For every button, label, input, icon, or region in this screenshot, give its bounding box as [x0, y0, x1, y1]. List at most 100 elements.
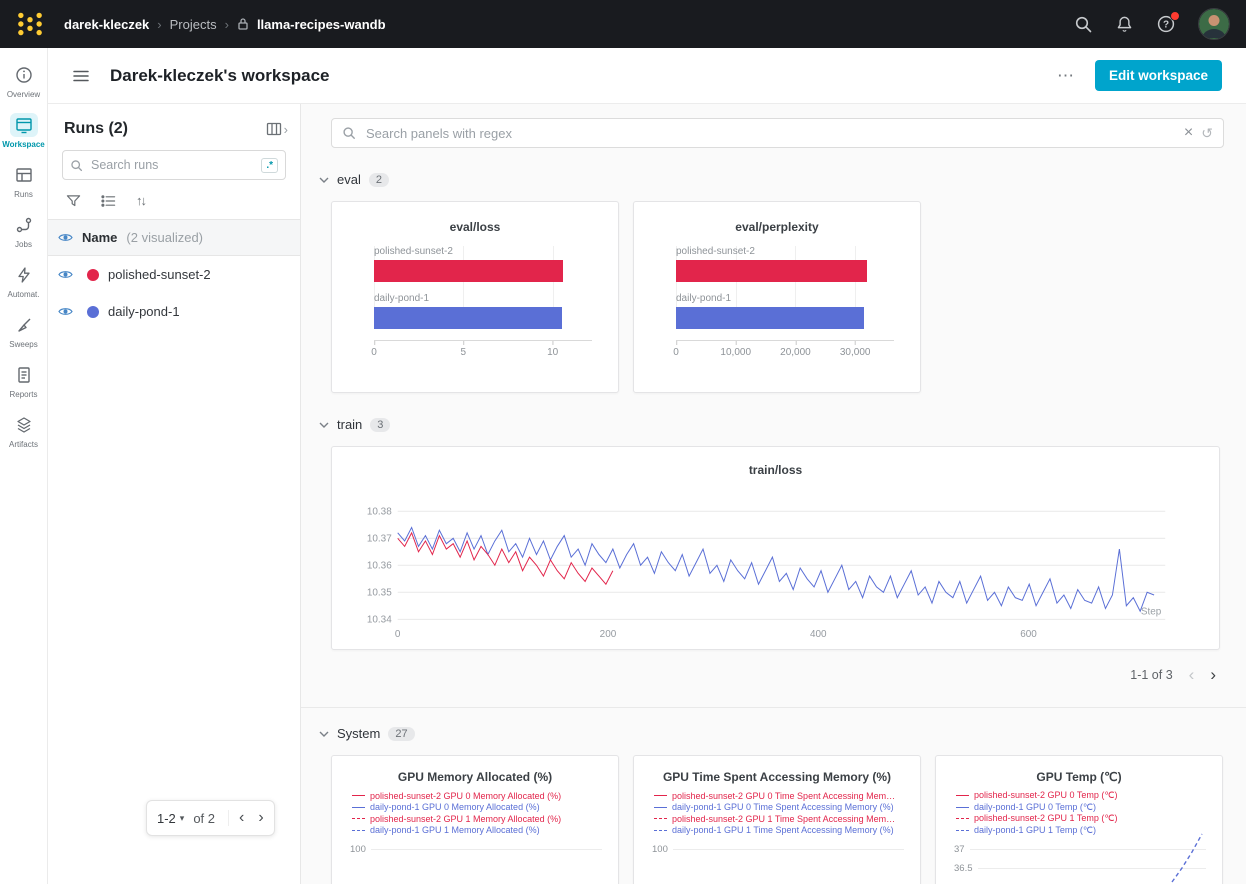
workspace-icon [10, 113, 38, 137]
next-page-button[interactable]: › [1210, 666, 1216, 683]
chart-panel-gpu-memory[interactable]: GPU Memory Allocated (%) polished-sunset… [331, 755, 619, 884]
workspace-header: Darek-kleczek's workspace ⋯ Edit workspa… [48, 48, 1246, 104]
edit-workspace-button[interactable]: Edit workspace [1095, 60, 1222, 91]
train-pagination: 1-1 of 3 ‹ › [301, 666, 1216, 683]
sidebar-item-runs[interactable]: Runs [1, 156, 47, 206]
help-icon[interactable]: ? [1156, 14, 1176, 34]
page-range-dropdown[interactable]: 1-2 ▾ [157, 811, 184, 826]
eval-loss-bar-chart[interactable]: polished-sunset-2 daily-pond-1 0510 [346, 246, 604, 361]
svg-text:400: 400 [810, 629, 827, 640]
filter-icon[interactable] [66, 194, 81, 208]
pagination-total: of 2 [193, 811, 215, 826]
chart-panel-gpu-time[interactable]: GPU Time Spent Accessing Memory (%) poli… [633, 755, 921, 884]
chevron-down-icon [319, 731, 329, 737]
svg-text:Step: Step [1141, 606, 1162, 617]
history-icon[interactable]: ↺ [1201, 126, 1213, 140]
group-icon[interactable] [101, 194, 116, 208]
artifacts-icon [10, 413, 38, 437]
svg-text:?: ? [1163, 20, 1169, 31]
gpu-memory-chart[interactable]: polished-sunset-2 GPU 0 Memory Allocated… [344, 790, 606, 884]
eval-panels-row: eval/loss polished-sunset-2 daily-pond-1… [331, 201, 1224, 393]
system-panels-row: GPU Memory Allocated (%) polished-sunset… [331, 755, 1224, 884]
hamburger-icon[interactable] [72, 67, 90, 85]
lock-icon [237, 17, 249, 31]
search-icon[interactable] [1074, 15, 1093, 34]
search-icon [342, 126, 356, 140]
close-icon[interactable]: × [1184, 125, 1193, 141]
run-name[interactable]: polished-sunset-2 [108, 267, 211, 282]
wandb-logo[interactable] [16, 10, 44, 38]
left-nav-rail: Overview Workspace Runs Jobs Automat. [0, 48, 48, 884]
prev-page-button[interactable]: ‹ [1189, 666, 1195, 683]
sidebar-item-sweeps[interactable]: Sweeps [1, 306, 47, 356]
app-root: darek-kleczek › Projects › llama-recipes… [0, 0, 1246, 884]
search-runs-input[interactable] [89, 157, 255, 173]
runs-count-title: Runs (2) [64, 120, 260, 138]
breadcrumb: darek-kleczek › Projects › llama-recipes… [64, 17, 386, 32]
train-loss-line-chart[interactable]: 10.3810.3710.3610.3510.340200400600Step [348, 489, 1203, 649]
workspace-header-actions: ⋯ Edit workspace [1057, 60, 1222, 91]
panel-count-badge: 27 [388, 727, 414, 741]
sweeps-icon [10, 313, 38, 337]
overview-icon [10, 63, 38, 87]
sidebar-item-artifacts[interactable]: Artifacts [1, 406, 47, 456]
chart-title: eval/perplexity [648, 220, 906, 234]
chevron-right-icon: › [225, 17, 229, 32]
visualized-note: (2 visualized) [126, 230, 203, 245]
section-system-header[interactable]: System 27 [319, 726, 1224, 741]
table-columns-icon [266, 121, 282, 137]
section-train-header[interactable]: train 3 [319, 417, 1224, 432]
more-options-icon[interactable]: ⋯ [1057, 66, 1075, 86]
runs-search: .* [62, 150, 286, 180]
svg-text:10.37: 10.37 [367, 533, 392, 544]
section-eval-header[interactable]: eval 2 [319, 172, 1224, 187]
chart-panel-train-loss[interactable]: train/loss 10.3810.3710.3610.3510.340200… [331, 446, 1220, 650]
runs-icon [10, 163, 38, 187]
chart-panel-eval-perplexity[interactable]: eval/perplexity polished-sunset-2 daily-… [633, 201, 921, 393]
chevron-down-icon [319, 177, 329, 183]
chart-panel-eval-loss[interactable]: eval/loss polished-sunset-2 daily-pond-1… [331, 201, 619, 393]
run-row-daily-pond-1[interactable]: daily-pond-1 [48, 293, 300, 330]
search-icon [70, 159, 83, 172]
section-train: train 3 train/loss 10.3810.3710.3610.351… [301, 417, 1246, 683]
page-title: Darek-kleczek's workspace [110, 66, 330, 86]
svg-text:10.36: 10.36 [367, 560, 392, 571]
eye-icon[interactable] [58, 232, 73, 243]
runs-table-header: Name (2 visualized) [48, 219, 300, 256]
eye-icon[interactable] [58, 306, 73, 317]
next-page-button[interactable]: › [258, 810, 263, 826]
runs-panel-header: Runs (2) › [48, 104, 300, 150]
topbar-actions: ? [1074, 8, 1230, 40]
runs-sidebar: Runs (2) › .* ↑↓ Name [48, 104, 301, 884]
breadcrumb-project[interactable]: llama-recipes-wandb [257, 17, 386, 32]
name-column-header[interactable]: Name [82, 230, 117, 245]
section-label: train [337, 417, 362, 432]
regex-toggle-button[interactable]: .* [261, 158, 278, 173]
eval-perplexity-bar-chart[interactable]: polished-sunset-2 daily-pond-1 010,00020… [648, 246, 906, 361]
eye-icon[interactable] [58, 269, 73, 280]
sidebar-item-reports[interactable]: Reports [1, 356, 47, 406]
gpu-time-chart[interactable]: polished-sunset-2 GPU 0 Time Spent Acces… [646, 790, 908, 884]
run-color-dot [87, 269, 99, 281]
breadcrumb-projects[interactable]: Projects [170, 17, 217, 32]
run-row-polished-sunset-2[interactable]: polished-sunset-2 [48, 256, 300, 293]
run-name[interactable]: daily-pond-1 [108, 304, 180, 319]
chevron-right-icon: › [284, 122, 288, 137]
sidebar-item-workspace[interactable]: Workspace [1, 106, 47, 156]
collapse-panel-button[interactable]: › [266, 121, 288, 137]
avatar[interactable] [1198, 8, 1230, 40]
sidebar-item-automations[interactable]: Automat. [1, 256, 47, 306]
sort-icon[interactable]: ↑↓ [136, 193, 145, 208]
gpu-temp-chart[interactable]: polished-sunset-2 GPU 0 Temp (℃) daily-p… [948, 790, 1210, 884]
chart-title: GPU Memory Allocated (%) [344, 770, 606, 784]
bell-icon[interactable] [1115, 15, 1134, 34]
section-eval: eval 2 eval/loss polished-sunset-2 daily… [301, 172, 1246, 393]
search-panels-input[interactable] [364, 125, 1176, 142]
chart-panel-gpu-temp[interactable]: GPU Temp (℃) polished-sunset-2 GPU 0 Tem… [935, 755, 1223, 884]
sidebar-item-jobs[interactable]: Jobs [1, 206, 47, 256]
sidebar-item-overview[interactable]: Overview [1, 56, 47, 106]
prev-page-button[interactable]: ‹ [239, 810, 244, 826]
svg-text:0: 0 [395, 629, 401, 640]
breadcrumb-user[interactable]: darek-kleczek [64, 17, 149, 32]
svg-text:600: 600 [1020, 629, 1037, 640]
